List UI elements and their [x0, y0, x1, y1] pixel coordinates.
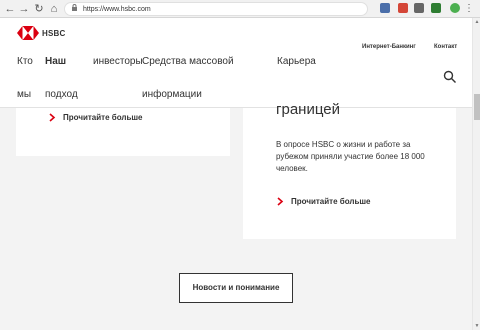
scroll-down-arrow-icon[interactable]: ▼ [473, 322, 480, 330]
back-icon[interactable]: ← [4, 2, 16, 16]
nav-careers[interactable]: Карьера [277, 56, 316, 68]
article-summary: В опросе HSBC о жизни и работе за рубежо… [276, 140, 425, 173]
extension-icon[interactable] [414, 3, 424, 13]
chevron-right-icon [49, 113, 56, 122]
address-bar[interactable]: https://www.hsbc.com [64, 2, 368, 16]
forward-icon[interactable]: → [18, 2, 30, 16]
translate-extension-icon[interactable] [380, 3, 390, 13]
search-icon[interactable] [443, 70, 457, 84]
profile-avatar[interactable] [450, 3, 460, 13]
read-more-link-right[interactable]: Прочитайте больше [276, 197, 371, 206]
nav-who-we-are-line1[interactable]: Кто [17, 56, 33, 68]
nav-media-line2[interactable]: информации [142, 89, 202, 101]
lock-icon [71, 3, 78, 16]
article-heading[interactable]: границей [276, 101, 340, 119]
nav-media-line1[interactable]: Средства массовой [142, 56, 234, 68]
scroll-up-arrow-icon[interactable]: ▲ [473, 18, 480, 26]
site-header: HSBC Интернет-Банкинг Контакт Кто Наш ин… [0, 18, 472, 108]
logo-text: HSBC [42, 28, 66, 38]
browser-toolbar: ← → ↻ ⌂ https://www.hsbc.com ⋮ [0, 0, 480, 18]
extension-icon[interactable] [431, 3, 441, 13]
read-more-label: Прочитайте больше [291, 197, 371, 206]
hsbc-hexagon-icon [17, 26, 39, 40]
nav-who-we-are-line2[interactable]: мы [17, 89, 31, 101]
online-banking-link[interactable]: Интернет-Банкинг [362, 44, 416, 50]
browser-menu-icon[interactable]: ⋮ [464, 2, 474, 16]
page-scrollbar[interactable]: ▲ ▼ [472, 18, 480, 330]
nav-investors[interactable]: инвесторы [93, 56, 143, 68]
reload-icon[interactable]: ↻ [33, 2, 45, 16]
read-more-link-left[interactable]: Прочитайте больше [48, 113, 143, 122]
nav-our-approach-line1[interactable]: Наш [45, 56, 66, 68]
chevron-right-icon [277, 197, 284, 206]
home-icon[interactable]: ⌂ [48, 2, 60, 16]
scrollbar-thumb[interactable] [474, 94, 480, 120]
url-text: https://www.hsbc.com [83, 6, 151, 13]
contact-link[interactable]: Контакт [434, 44, 457, 50]
extension-icon[interactable] [398, 3, 408, 13]
hsbc-logo[interactable]: HSBC [17, 26, 65, 40]
read-more-label: Прочитайте больше [63, 113, 143, 122]
news-and-insight-button[interactable]: Новости и понимание [179, 273, 293, 303]
nav-our-approach-line2[interactable]: подход [45, 89, 78, 101]
